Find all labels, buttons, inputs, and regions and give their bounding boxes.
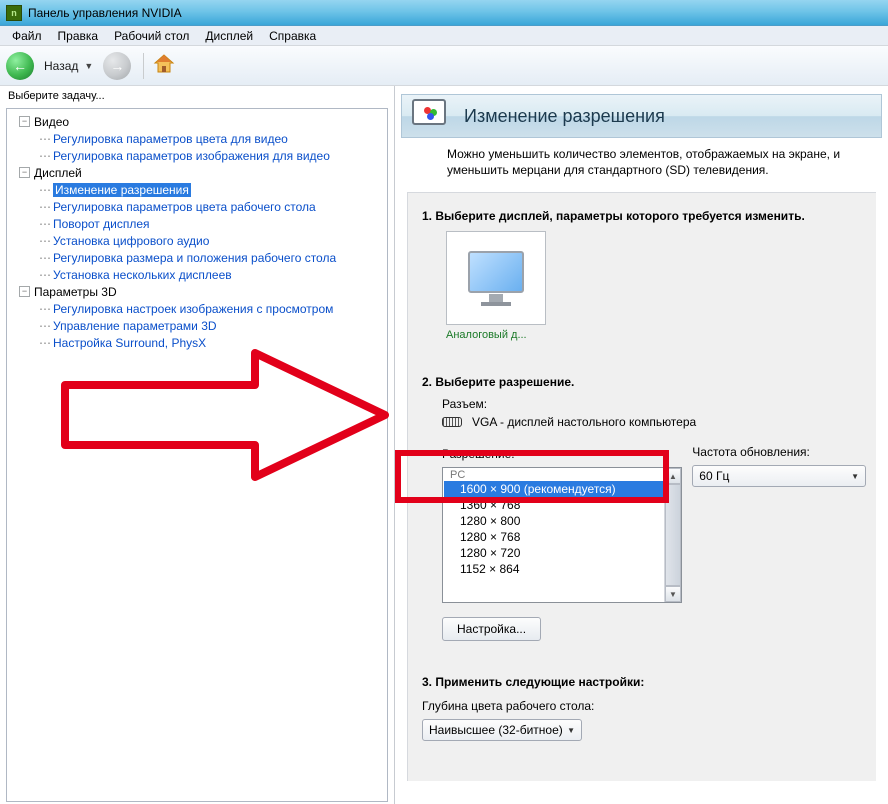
menu-bar: Файл Правка Рабочий стол Дисплей Справка (0, 26, 888, 46)
chevron-down-icon: ▼ (851, 472, 859, 481)
menu-edit[interactable]: Правка (50, 27, 107, 45)
back-arrow-icon: ← (13, 58, 27, 74)
tree-item[interactable]: ⋯Поворот дисплея (9, 215, 385, 232)
tree-item[interactable]: ⋯Управление параметрами 3D (9, 317, 385, 334)
resolution-item[interactable]: 1280 × 768 (444, 529, 663, 545)
page-description: Можно уменьшить количество элементов, от… (447, 146, 876, 178)
nvidia-app-icon: n (6, 5, 22, 21)
customize-button[interactable]: Настройка... (442, 617, 541, 641)
display-selector[interactable] (446, 231, 546, 325)
main-layout: Выберите задачу... Видео ⋯Регулировка па… (0, 86, 888, 804)
title-bar: n Панель управления NVIDIA (0, 0, 888, 26)
refresh-value: 60 Гц (699, 469, 729, 483)
resolution-item[interactable]: 1360 × 768 (444, 497, 663, 513)
menu-help[interactable]: Справка (261, 27, 324, 45)
toggle-icon[interactable] (19, 167, 30, 178)
toolbar-separator (143, 53, 144, 79)
step2-title: 2. Выберите разрешение. (422, 375, 866, 389)
toggle-icon[interactable] (19, 286, 30, 297)
scroll-down-icon[interactable]: ▼ (665, 586, 681, 602)
page-header: Изменение разрешения (401, 94, 882, 138)
forward-button[interactable]: → (103, 52, 131, 80)
chevron-down-icon: ▼ (567, 726, 575, 735)
tree-item[interactable]: ⋯Регулировка параметров цвета рабочего с… (9, 198, 385, 215)
resolution-item[interactable]: 1152 × 864 (444, 561, 663, 577)
resolution-item[interactable]: 1280 × 800 (444, 513, 663, 529)
task-label: Выберите задачу... (0, 86, 394, 106)
listbox-scrollbar[interactable]: ▲ ▼ (664, 468, 681, 602)
toggle-icon[interactable] (19, 116, 30, 127)
resolution-item[interactable]: 1280 × 720 (444, 545, 663, 561)
menu-display[interactable]: Дисплей (197, 27, 261, 45)
color-depth-value: Наивысшее (32-битное) (429, 723, 563, 737)
tree-item[interactable]: ⋯Настройка Surround, PhysX (9, 334, 385, 351)
home-button[interactable] (152, 52, 176, 79)
right-pane: Изменение разрешения Можно уменьшить кол… (395, 86, 888, 804)
resolution-label: Разрешение: (442, 447, 692, 461)
task-tree: Видео ⋯Регулировка параметров цвета для … (6, 108, 388, 802)
tree-item-change-resolution[interactable]: ⋯Изменение разрешения (9, 181, 385, 198)
content-panel: 1. Выберите дисплей, параметры которого … (407, 192, 876, 781)
menu-desktop[interactable]: Рабочий стол (106, 27, 197, 45)
vga-connector-icon (442, 417, 462, 427)
refresh-label: Частота обновления: (692, 445, 866, 459)
tree-item[interactable]: ⋯Установка нескольких дисплеев (9, 266, 385, 283)
resolution-listbox[interactable]: PC 1600 × 900 (рекомендуется) 1360 × 768… (442, 467, 682, 603)
menu-file[interactable]: Файл (4, 27, 50, 45)
back-button[interactable]: ← (6, 52, 34, 80)
tree-item[interactable]: ⋯Регулировка параметров цвета для видео (9, 130, 385, 147)
display-name: Аналоговый д... (446, 329, 866, 341)
tree-item[interactable]: ⋯Установка цифрового аудио (9, 232, 385, 249)
left-pane: Выберите задачу... Видео ⋯Регулировка па… (0, 86, 395, 804)
refresh-dropdown[interactable]: 60 Гц ▼ (692, 465, 866, 487)
color-depth-dropdown[interactable]: Наивысшее (32-битное) ▼ (422, 719, 582, 741)
tree-cat-video[interactable]: Видео (9, 113, 385, 130)
back-dropdown-icon[interactable]: ▼ (84, 61, 93, 71)
resolution-item[interactable]: 1600 × 900 (рекомендуется) (444, 481, 663, 497)
toolbar: ← Назад ▼ → (0, 46, 888, 86)
step1-title: 1. Выберите дисплей, параметры которого … (422, 209, 866, 223)
tree-cat-3d[interactable]: Параметры 3D (9, 283, 385, 300)
color-depth-label: Глубина цвета рабочего стола: (422, 699, 866, 713)
forward-arrow-icon: → (110, 58, 124, 74)
step3-title: 3. Применить следующие настройки: (422, 675, 866, 689)
window-title: Панель управления NVIDIA (28, 6, 182, 20)
tree-item[interactable]: ⋯Регулировка настроек изображения с прос… (9, 300, 385, 317)
connector-value: VGA - дисплей настольного компьютера (472, 415, 696, 429)
resolution-group: PC (444, 469, 663, 481)
tree-item[interactable]: ⋯Регулировка размера и положения рабочег… (9, 249, 385, 266)
page-title: Изменение разрешения (464, 106, 665, 127)
tree-cat-display[interactable]: Дисплей (9, 164, 385, 181)
monitor-icon (468, 251, 524, 293)
scroll-up-icon[interactable]: ▲ (665, 468, 681, 484)
connector-label: Разъем: (442, 397, 866, 411)
scroll-thumb[interactable] (665, 484, 681, 586)
back-label: Назад (44, 59, 78, 73)
resolution-icon (412, 99, 452, 133)
tree-item[interactable]: ⋯Регулировка параметров изображения для … (9, 147, 385, 164)
